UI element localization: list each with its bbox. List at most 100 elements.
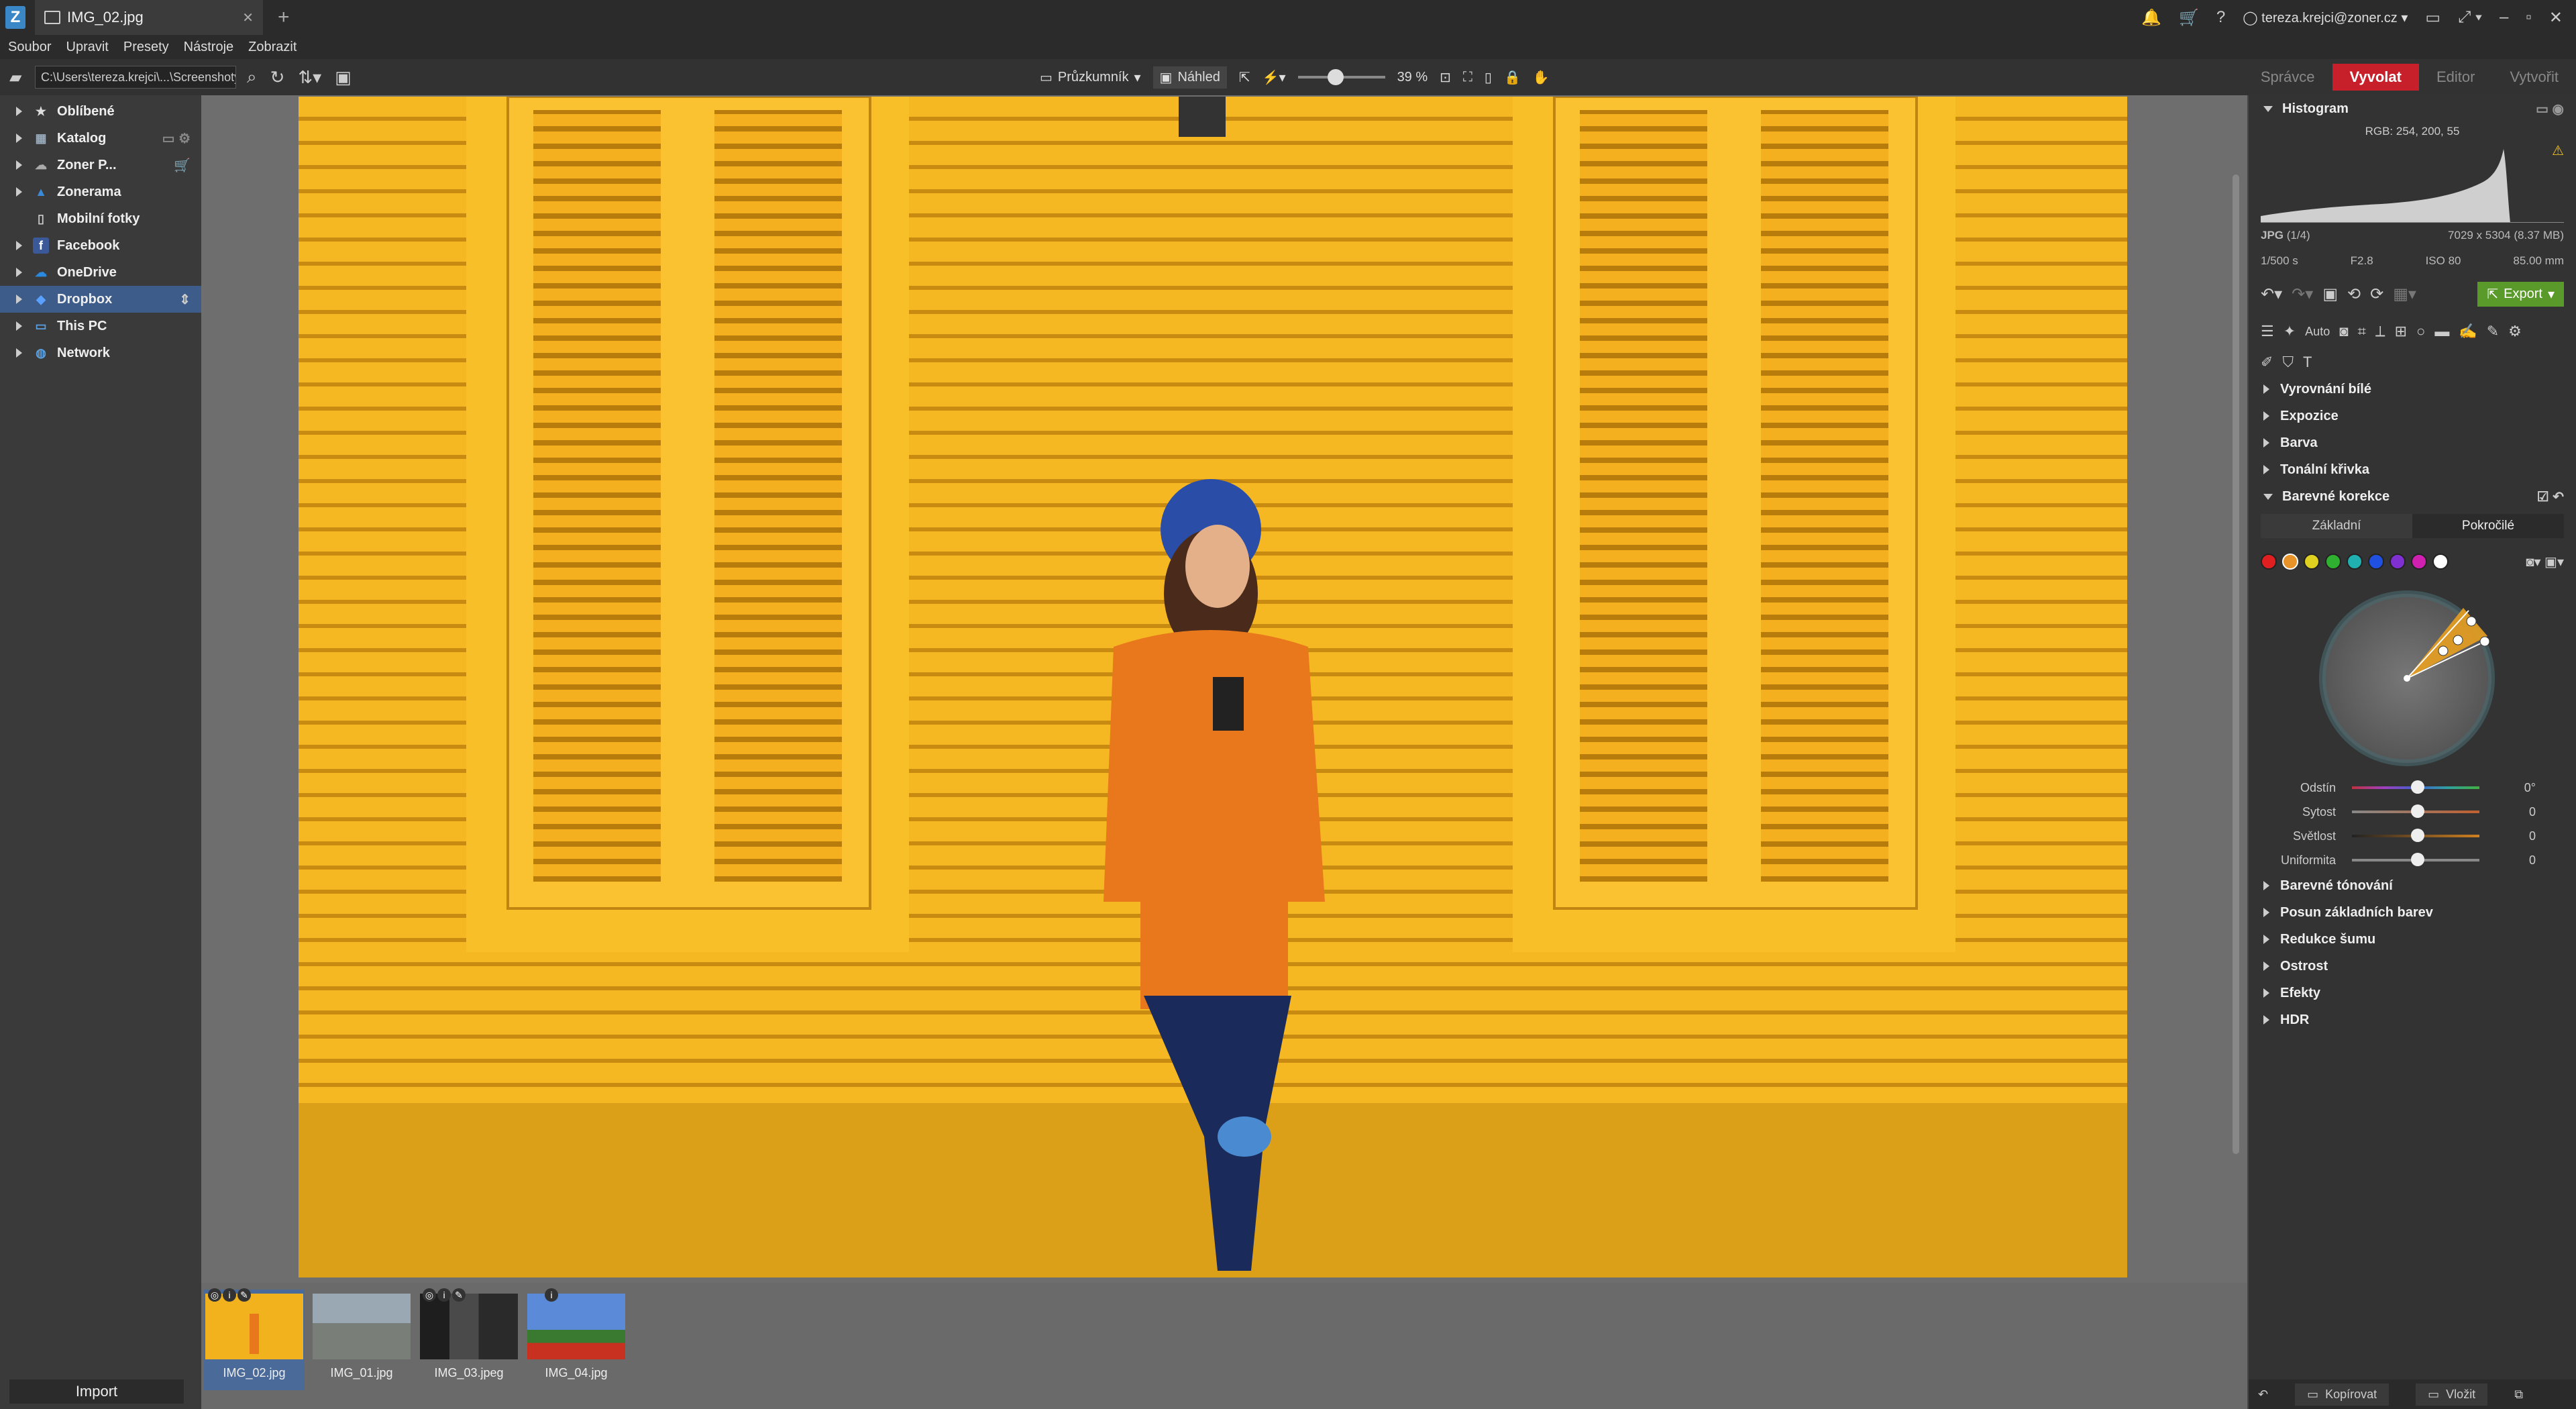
- import-button[interactable]: Import: [9, 1379, 184, 1404]
- tab-editor[interactable]: Editor: [2419, 64, 2492, 91]
- section-noise-reduction[interactable]: Redukce šumu: [2249, 926, 2576, 953]
- viewer-scrollbar[interactable]: [2233, 174, 2239, 1154]
- nav-item-zoner-photo-cloud[interactable]: ☁ Zoner P... 🛒: [0, 152, 201, 178]
- crop-icon[interactable]: ⌗: [2358, 323, 2366, 340]
- section-primary-color-shift[interactable]: Posun základních barev: [2249, 899, 2576, 926]
- menu-presets[interactable]: Presety: [123, 40, 169, 55]
- tab-develop[interactable]: Vyvolat: [2332, 64, 2419, 91]
- section-sharpness[interactable]: Ostrost: [2249, 953, 2576, 980]
- close-window-icon[interactable]: ✕: [2549, 8, 2563, 28]
- radial-filter-icon[interactable]: ○: [2416, 323, 2425, 340]
- nav-item-this-pc[interactable]: ▭ This PC: [0, 313, 201, 340]
- hue-slider[interactable]: [2352, 780, 2479, 794]
- picker-icon[interactable]: ◙▾ ▣▾: [2526, 554, 2564, 570]
- shield-icon[interactable]: ⛉: [2282, 354, 2294, 371]
- uniformity-slider[interactable]: [2352, 853, 2479, 866]
- settings-icon[interactable]: ⚙: [2508, 323, 2522, 340]
- perspective-icon[interactable]: ⟂: [2375, 323, 2385, 340]
- swatch-yellow[interactable]: [2304, 554, 2320, 570]
- copy-button[interactable]: ▭ Kopírovat: [2295, 1383, 2390, 1406]
- nav-item-catalog[interactable]: ▦ Katalog ▭ ⚙: [0, 125, 201, 152]
- slider-knob[interactable]: [2411, 829, 2424, 842]
- fit-icon[interactable]: ⛶: [1463, 70, 1472, 85]
- swatch-orange[interactable]: [2282, 554, 2298, 570]
- search-icon[interactable]: ⌕: [247, 66, 257, 88]
- slider-knob[interactable]: [2411, 804, 2424, 818]
- reset-all-icon[interactable]: ↶: [2258, 1388, 2268, 1402]
- menu-view[interactable]: Zobrazit: [248, 40, 297, 55]
- tab-advanced[interactable]: Pokročilé: [2412, 514, 2564, 538]
- document-tab[interactable]: IMG_02.jpg ✕: [35, 0, 263, 35]
- retouch-icon[interactable]: ✐: [2261, 354, 2273, 371]
- tab-basic[interactable]: Základní: [2261, 514, 2412, 538]
- lock-icon[interactable]: 🔒: [1504, 69, 1521, 86]
- thumbnail[interactable]: ◎ i ✎ IMG_03.jpeg: [419, 1288, 519, 1390]
- refresh-icon[interactable]: ↻: [270, 67, 285, 88]
- swatch-blue[interactable]: [2368, 554, 2384, 570]
- path-field[interactable]: C:\Users\tereza.krejci\...\Screenshoty: [35, 66, 236, 89]
- folder-icon[interactable]: ▰: [9, 68, 21, 87]
- fit-height-icon[interactable]: ▯: [1485, 69, 1492, 86]
- section-color-correction[interactable]: Barevné korekce ☑ ↶: [2249, 483, 2576, 510]
- auto-wand-icon[interactable]: ✦: [2284, 323, 2296, 340]
- menu-tools[interactable]: Nástroje: [184, 40, 233, 55]
- camera-icon[interactable]: ◙: [2339, 323, 2348, 340]
- duplicate-icon[interactable]: ⧉: [2514, 1388, 2523, 1402]
- compare-icon[interactable]: ⚡▾: [1263, 69, 1286, 86]
- nav-item-mobile-photos[interactable]: ▯ Mobilní fotky: [0, 205, 201, 232]
- auto-label[interactable]: Auto: [2305, 325, 2330, 339]
- explorer-button[interactable]: ▭ Průzkumník ▾: [1040, 69, 1141, 86]
- monitor-icon[interactable]: ▭: [2425, 8, 2440, 28]
- paste-button[interactable]: ▭ Vložit: [2416, 1383, 2488, 1406]
- nav-item-facebook[interactable]: f Facebook: [0, 232, 201, 259]
- zoom-slider[interactable]: [1297, 69, 1385, 85]
- tab-manager[interactable]: Správce: [2243, 64, 2332, 91]
- user-account[interactable]: ◯ tereza.krejci@zoner.cz ▾: [2243, 9, 2408, 26]
- thumbnail[interactable]: ◎ i ✎ IMG_02.jpg: [204, 1288, 305, 1390]
- sort-arrows-icon[interactable]: ⇕: [179, 291, 191, 308]
- swatch-red[interactable]: [2261, 554, 2277, 570]
- slider-knob[interactable]: [2411, 780, 2424, 794]
- pan-icon[interactable]: ✋: [1533, 69, 1550, 86]
- maximize-icon[interactable]: ▫: [2526, 8, 2532, 27]
- compare-image-icon[interactable]: ▣: [2322, 284, 2338, 304]
- slider-knob[interactable]: [2411, 853, 2424, 866]
- nav-item-favorites[interactable]: ★ Oblíbené: [0, 98, 201, 125]
- swatch-white[interactable]: [2432, 554, 2449, 570]
- nav-item-dropbox[interactable]: ◆ Dropbox ⇕: [0, 286, 201, 313]
- histogram-header[interactable]: Histogram ▭ ◉: [2249, 95, 2576, 122]
- thumbnail[interactable]: IMG_01.jpg: [311, 1290, 412, 1390]
- transform-icon[interactable]: ⊞: [2395, 323, 2407, 340]
- section-color[interactable]: Barva: [2249, 429, 2576, 456]
- minimize-icon[interactable]: –: [2500, 8, 2508, 27]
- nav-item-onedrive[interactable]: ☁ OneDrive: [0, 259, 201, 286]
- help-icon[interactable]: ?: [2216, 8, 2225, 27]
- zoom-slider-knob[interactable]: [1327, 69, 1344, 85]
- actual-size-icon[interactable]: ⊡: [1440, 69, 1451, 86]
- catalog-settings-icon[interactable]: ▭ ⚙: [162, 130, 191, 147]
- flip-icon[interactable]: ⟳: [2370, 284, 2383, 304]
- swatch-cyan[interactable]: [2347, 554, 2363, 570]
- presets-icon[interactable]: ▦▾: [2393, 284, 2416, 304]
- bell-icon[interactable]: 🔔: [2141, 8, 2161, 28]
- swatch-purple[interactable]: [2390, 554, 2406, 570]
- section-color-toning[interactable]: Barevné tónování: [2249, 872, 2576, 899]
- gradient-filter-icon[interactable]: ▬: [2434, 323, 2449, 340]
- reset-section-icon[interactable]: ☑ ↶: [2537, 488, 2564, 505]
- swatch-green[interactable]: [2325, 554, 2341, 570]
- color-wheel[interactable]: [2249, 581, 2576, 776]
- menu-file[interactable]: Soubor: [8, 40, 52, 55]
- tab-create[interactable]: Vytvořit: [2492, 64, 2576, 91]
- close-tab-icon[interactable]: ✕: [242, 9, 254, 26]
- export-button[interactable]: ⇱ Export ▾: [2477, 281, 2564, 307]
- cart-icon[interactable]: 🛒: [2179, 8, 2199, 28]
- undo-icon[interactable]: ↶▾: [2261, 284, 2282, 304]
- menu-edit[interactable]: Upravit: [66, 40, 109, 55]
- section-exposure[interactable]: Expozice: [2249, 403, 2576, 429]
- thumbnail[interactable]: i IMG_04.jpg: [526, 1288, 627, 1390]
- eraser-icon[interactable]: ✎: [2487, 323, 2499, 340]
- new-tab-icon[interactable]: +: [278, 6, 290, 29]
- brush-icon[interactable]: ✍: [2459, 323, 2477, 340]
- nav-item-zonerama[interactable]: ▲ Zonerama: [0, 178, 201, 205]
- lightness-slider[interactable]: [2352, 829, 2479, 842]
